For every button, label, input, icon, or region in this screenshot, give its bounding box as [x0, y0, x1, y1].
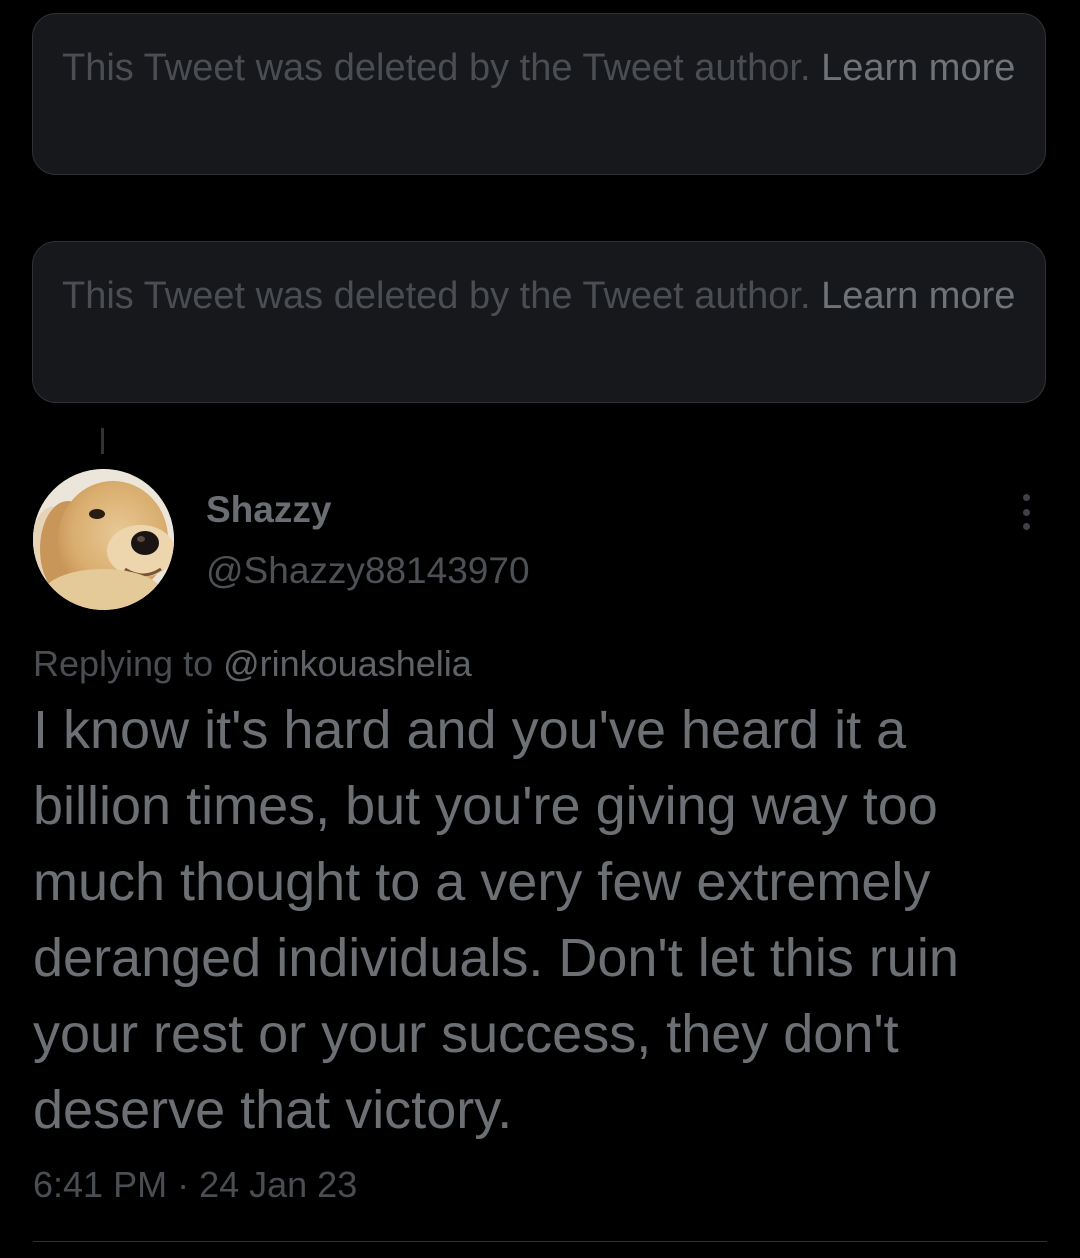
tweet-timestamp[interactable]: 6:41 PM · 24 Jan 23	[33, 1162, 357, 1208]
more-dot	[1022, 494, 1030, 501]
thread-connector-line	[101, 428, 104, 454]
tweet-text: I know it's hard and you've heard it a b…	[33, 700, 959, 1140]
deleted-tweet-notice: This Tweet was deleted by the Tweet auth…	[32, 241, 1046, 403]
more-dot	[1022, 523, 1030, 530]
more-options-icon[interactable]	[1008, 490, 1044, 534]
divider	[33, 1241, 1047, 1242]
deleted-notice-text: This Tweet was deleted by the Tweet auth…	[62, 47, 822, 89]
replying-to: Replying to @rinkouashelia	[33, 641, 472, 687]
learn-more-link[interactable]: Learn more	[821, 275, 1015, 317]
author-display-name[interactable]: Shazzy	[206, 486, 331, 534]
deleted-notice-text: This Tweet was deleted by the Tweet auth…	[62, 275, 822, 317]
replying-to-label: Replying to	[33, 643, 224, 684]
learn-more-link[interactable]: Learn more	[821, 47, 1015, 89]
tweet-time: 6:41 PM	[33, 1164, 168, 1205]
deleted-tweet-notice: This Tweet was deleted by the Tweet auth…	[32, 13, 1046, 175]
timestamp-separator: ·	[167, 1164, 200, 1205]
golden-retriever-avatar-icon	[33, 469, 174, 610]
author-handle[interactable]: @Shazzy88143970	[206, 547, 530, 595]
replying-to-mention-link[interactable]: @rinkouashelia	[223, 643, 472, 684]
tweet-date: 24 Jan 23	[199, 1164, 358, 1205]
avatar[interactable]	[33, 469, 174, 610]
more-dot	[1022, 508, 1030, 516]
